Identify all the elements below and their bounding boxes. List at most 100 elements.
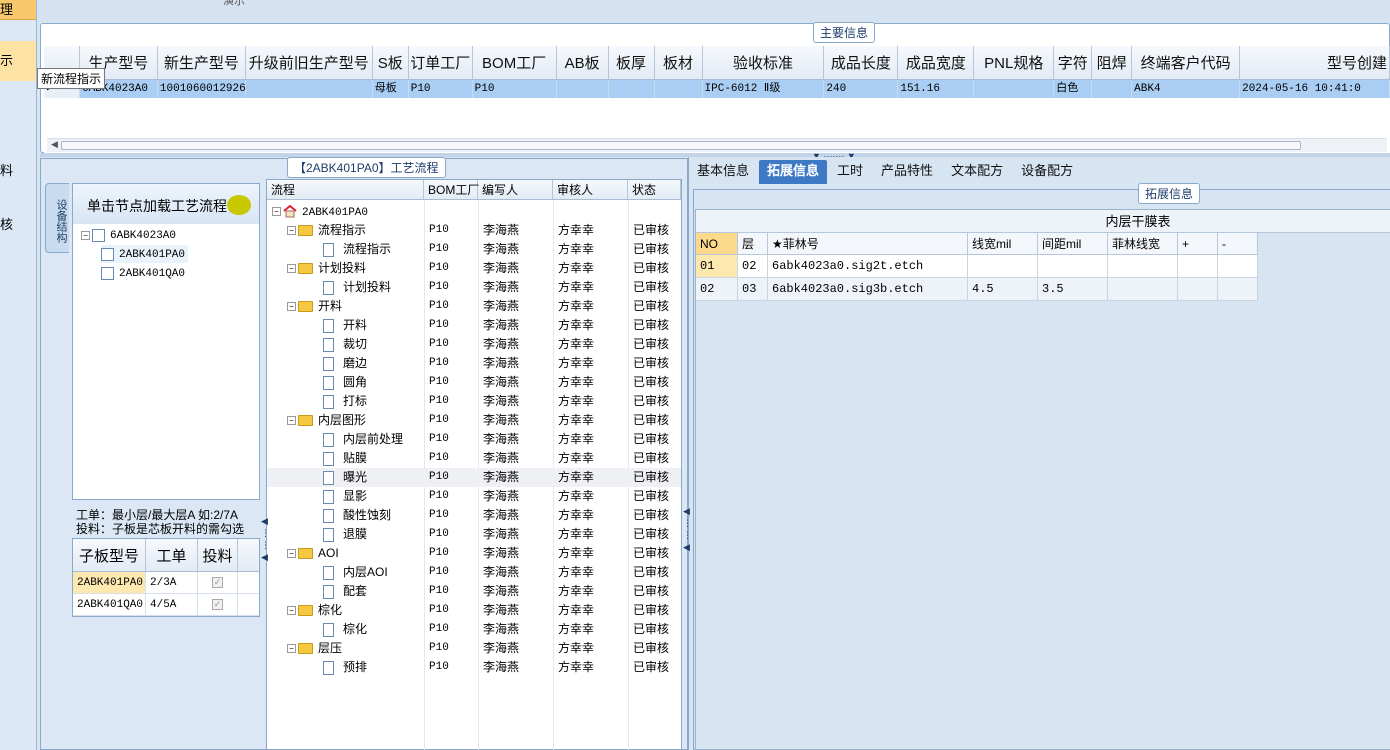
flow-row[interactable]: − 流程指示 P10 李海燕 方幸幸 已审核: [267, 221, 681, 240]
flow-step-name[interactable]: 开料: [323, 316, 367, 335]
flow-step-name[interactable]: − AOI: [287, 544, 339, 563]
flow-step-name[interactable]: 流程指示: [323, 240, 391, 259]
column-header[interactable]: 审核人: [553, 180, 628, 199]
sub-board-model[interactable]: 2ABK401QA0: [73, 594, 146, 615]
table-row[interactable]: 01 02 6abk4023a0.sig2t.etch: [696, 255, 1390, 278]
table-cell[interactable]: 母板: [373, 80, 409, 98]
table-cell[interactable]: [1092, 80, 1133, 98]
flow-row[interactable]: 预排 P10 李海燕 方幸幸 已审核: [267, 658, 681, 677]
column-header[interactable]: 间距mil: [1038, 233, 1108, 255]
cell-layer[interactable]: 02: [738, 255, 768, 278]
flow-row[interactable]: 显影 P10 李海燕 方幸幸 已审核: [267, 487, 681, 506]
cell-film-number[interactable]: 6abk4023a0.sig3b.etch: [768, 278, 968, 301]
flow-step-name[interactable]: − 内层图形: [287, 411, 366, 430]
flow-row[interactable]: 计划投料 P10 李海燕 方幸幸 已审核: [267, 278, 681, 297]
scroll-thumb[interactable]: [61, 141, 1301, 150]
flow-row[interactable]: − AOI P10 李海燕 方幸幸 已审核: [267, 544, 681, 563]
sub-board-model[interactable]: 2ABK401PA0: [73, 572, 146, 593]
horizontal-scrollbar[interactable]: ◀: [47, 138, 1387, 152]
collapse-icon[interactable]: −: [287, 226, 296, 236]
column-header[interactable]: 板材: [655, 46, 703, 79]
flow-row[interactable]: 打标 P10 李海燕 方幸幸 已审核: [267, 392, 681, 411]
table-cell[interactable]: 10010600129260: [158, 80, 246, 98]
flow-step-name[interactable]: − 计划投料: [287, 259, 366, 278]
flow-row[interactable]: 贴膜 P10 李海燕 方幸幸 已审核: [267, 449, 681, 468]
tree-node-root[interactable]: − 6ABK4023A0: [81, 226, 176, 244]
flow-row[interactable]: 退膜 P10 李海燕 方幸幸 已审核: [267, 525, 681, 544]
cell-minus[interactable]: [1218, 255, 1258, 278]
flow-row[interactable]: 磨边 P10 李海燕 方幸幸 已审核: [267, 354, 681, 373]
flow-step-name[interactable]: 圆角: [323, 373, 367, 392]
table-cell[interactable]: ABK4: [1132, 80, 1241, 98]
flow-step-name[interactable]: 磨边: [323, 354, 367, 373]
cell-layer[interactable]: 03: [738, 278, 768, 301]
flow-row[interactable]: 内层前处理 P10 李海燕 方幸幸 已审核: [267, 430, 681, 449]
remove-column-header[interactable]: -: [1218, 233, 1258, 255]
sub-board-feed[interactable]: ✓: [198, 572, 238, 593]
flow-step-name[interactable]: 预排: [323, 658, 367, 677]
flow-row[interactable]: 曝光 P10 李海燕 方幸幸 已审核: [267, 468, 681, 487]
cell-no[interactable]: 02: [696, 278, 738, 301]
collapse-icon[interactable]: −: [287, 644, 296, 654]
flow-step-name[interactable]: 酸性蚀刻: [323, 506, 391, 525]
table-cell[interactable]: 240: [824, 80, 899, 98]
table-cell[interactable]: P10: [473, 80, 557, 98]
checkbox-checked[interactable]: ✓: [212, 577, 223, 588]
tab-equipment-recipe[interactable]: 设备配方: [1013, 160, 1081, 184]
collapse-icon[interactable]: −: [287, 416, 296, 426]
chat-bubble-icon[interactable]: [227, 195, 251, 215]
column-header[interactable]: 编写人: [478, 180, 553, 199]
add-column-header[interactable]: +: [1178, 233, 1218, 255]
sub-board-order[interactable]: 4/5A: [146, 594, 198, 615]
collapse-icon[interactable]: −: [287, 264, 296, 274]
nav-item-3[interactable]: 料: [0, 161, 36, 181]
flow-step-name[interactable]: 显影: [323, 487, 367, 506]
flow-step-name[interactable]: 内层AOI: [323, 563, 388, 582]
tab-basic-info[interactable]: 基本信息: [689, 160, 757, 184]
flow-row[interactable]: − 层压 P10 李海燕 方幸幸 已审核: [267, 639, 681, 658]
column-header[interactable]: 投料: [198, 539, 238, 571]
column-header[interactable]: 字符: [1054, 46, 1093, 79]
flow-row[interactable]: 配套 P10 李海燕 方幸幸 已审核: [267, 582, 681, 601]
tab-text-recipe[interactable]: 文本配方: [943, 160, 1011, 184]
table-cell[interactable]: 2024-05-16 10:41:0: [1240, 80, 1390, 98]
flow-step-name[interactable]: − 棕化: [287, 601, 342, 620]
column-header[interactable]: BOM工厂: [424, 180, 479, 199]
flow-step-name[interactable]: 计划投料: [323, 278, 391, 297]
sub-board-order[interactable]: 2/3A: [146, 572, 198, 593]
table-row[interactable]: 2ABK401PA0 2/3A ✓: [73, 572, 259, 594]
column-header[interactable]: 子板型号: [73, 539, 146, 571]
table-cell[interactable]: [609, 80, 655, 98]
column-header[interactable]: 流程: [267, 180, 424, 199]
column-header[interactable]: 线宽mil: [968, 233, 1038, 255]
tree-node-child[interactable]: 2ABK401PA0: [101, 245, 189, 263]
cell-line-width[interactable]: [968, 255, 1038, 278]
scroll-left-icon[interactable]: ◀: [51, 139, 58, 150]
column-header[interactable]: 成品长度: [824, 46, 899, 79]
nav-item-1[interactable]: 示: [0, 41, 36, 81]
column-header[interactable]: BOM工厂: [473, 46, 557, 79]
cell-no[interactable]: 01: [696, 255, 738, 278]
collapse-icon[interactable]: −: [287, 302, 296, 312]
table-cell[interactable]: [974, 80, 1055, 98]
flow-step-name[interactable]: 内层前处理: [323, 430, 403, 449]
flow-step-name[interactable]: − 流程指示: [287, 221, 366, 240]
table-cell[interactable]: IPC-6012 Ⅱ级: [703, 80, 825, 98]
column-header[interactable]: NO: [696, 233, 738, 255]
column-header[interactable]: PNL规格: [974, 46, 1055, 79]
flow-step-name[interactable]: 退膜: [323, 525, 367, 544]
column-header[interactable]: 终端客户代码: [1132, 46, 1241, 79]
flow-root[interactable]: − 2ABK401PA0: [272, 202, 368, 223]
flow-step-name[interactable]: 曝光: [323, 468, 367, 487]
table-cell[interactable]: [655, 80, 703, 98]
flow-row[interactable]: 流程指示 P10 李海燕 方幸幸 已审核: [267, 240, 681, 259]
nav-item-4[interactable]: 核: [0, 215, 36, 235]
flow-row[interactable]: 酸性蚀刻 P10 李海燕 方幸幸 已审核: [267, 506, 681, 525]
column-header[interactable]: 工单: [146, 539, 198, 571]
tab-work-hours[interactable]: 工时: [829, 160, 871, 184]
table-row[interactable]: ▸ 6ABK4023A0 10010600129260 母板 P10 P10 IPC-601…: [44, 80, 1390, 98]
tree-node-child[interactable]: 2ABK401QA0: [101, 264, 185, 282]
flow-step-name[interactable]: 裁切: [323, 335, 367, 354]
flow-row[interactable]: − 棕化 P10 李海燕 方幸幸 已审核: [267, 601, 681, 620]
flow-row[interactable]: 圆角 P10 李海燕 方幸幸 已审核: [267, 373, 681, 392]
